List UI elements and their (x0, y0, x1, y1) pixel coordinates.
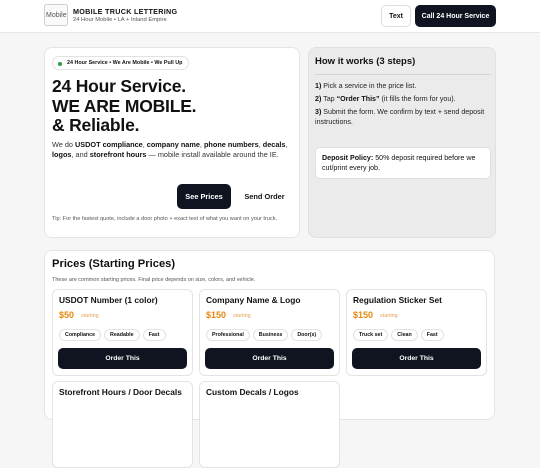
hero-description: We do USDOT compliance, company name, ph… (52, 140, 288, 159)
prices-section: Prices (Starting Prices) These are commo… (44, 250, 495, 468)
how-it-works-panel: How it works (3 steps) 1) Pick a service… (308, 47, 496, 238)
card-tags: Professional Business Door(s) (206, 329, 323, 341)
tag: Fast (420, 329, 444, 341)
card-title: Regulation Sticker Set (353, 295, 442, 305)
send-order-button[interactable]: Send Order (235, 184, 294, 209)
card-starting: starting (380, 313, 398, 319)
card-title: Custom Decals / Logos (206, 387, 299, 397)
tag: Readable (104, 329, 140, 341)
card-title: Company Name & Logo (206, 295, 301, 305)
tag: Truck set (353, 329, 389, 341)
tag: Business (252, 329, 289, 341)
card-starting: starting (81, 313, 99, 319)
step-1: 1) Pick a service in the price list. (315, 82, 417, 90)
card-starting: starting (233, 313, 251, 319)
headline-line-3: & Reliable. (52, 115, 140, 135)
hero-headline: 24 Hour Service. WE ARE MOBILE. & Reliab… (52, 76, 197, 136)
text-button[interactable]: Text (381, 5, 411, 27)
steps-list: 1) Pick a service in the price list. 2) … (315, 81, 495, 130)
see-prices-button[interactable]: See Prices (177, 184, 231, 209)
card-price: $150 (353, 310, 374, 320)
service-pill-text: 24 Hour Service • We Are Mobile • We Pul… (67, 60, 183, 66)
tag: Compliance (59, 329, 102, 341)
logo-image[interactable]: Mobile (44, 4, 68, 26)
hero-card: 24 Hour Service • We Are Mobile • We Pul… (44, 47, 300, 238)
card-tags: Compliance Readable Fast (59, 329, 166, 341)
step-3: 3) Submit the form. We confirm by text +… (315, 108, 485, 126)
headline-line-1: 24 Hour Service. (52, 76, 186, 96)
brand-name: MOBILE TRUCK LETTERING (73, 7, 178, 16)
brand-tagline: 24 Hour Mobile • LA + Inland Empire (73, 17, 167, 23)
card-price: $150 (206, 310, 227, 320)
card-title: USDOT Number (1 color) (59, 295, 158, 305)
card-tags: Truck set Clean Fast (353, 329, 444, 341)
call-button[interactable]: Call 24 Hour Service (415, 5, 496, 27)
card-title: Storefront Hours / Door Decals (59, 387, 182, 397)
order-this-button[interactable]: Order This (205, 348, 334, 369)
tag: Door(s) (291, 329, 323, 341)
divider (315, 74, 491, 75)
order-this-button[interactable]: Order This (58, 348, 187, 369)
tag: Fast (142, 329, 166, 341)
hero-tip: Tip: For the fastest quote, include a do… (52, 216, 278, 222)
price-card-custom-decals: Custom Decals / Logos (199, 381, 340, 468)
tag: Professional (206, 329, 250, 341)
order-this-button[interactable]: Order This (352, 348, 481, 369)
deposit-policy: Deposit Policy: 50% deposit required bef… (315, 147, 491, 179)
card-price: $50 (59, 310, 75, 320)
step-2: 2) Tap “Order This” (it fills the form f… (315, 95, 456, 103)
how-title: How it works (3 steps) (315, 56, 416, 67)
headline-line-2: WE ARE MOBILE. (52, 95, 197, 116)
logo-alt-text: Mobile (46, 12, 67, 19)
price-card-regulation-sticker: Regulation Sticker Set $150 starting Tru… (346, 289, 487, 376)
tag: Clean (391, 329, 418, 341)
price-card-usdot: USDOT Number (1 color) $50 starting Comp… (52, 289, 193, 376)
price-card-company-name: Company Name & Logo $150 starting Profes… (199, 289, 340, 376)
site-header: Mobile MOBILE TRUCK LETTERING 24 Hour Mo… (0, 0, 540, 33)
prices-title: Prices (Starting Prices) (52, 258, 176, 270)
status-dot-icon (58, 61, 62, 66)
service-pill: 24 Hour Service • We Are Mobile • We Pul… (52, 56, 190, 70)
price-card-storefront-hours: Storefront Hours / Door Decals (52, 381, 193, 468)
prices-subtitle: These are common starting prices. Final … (52, 277, 256, 283)
